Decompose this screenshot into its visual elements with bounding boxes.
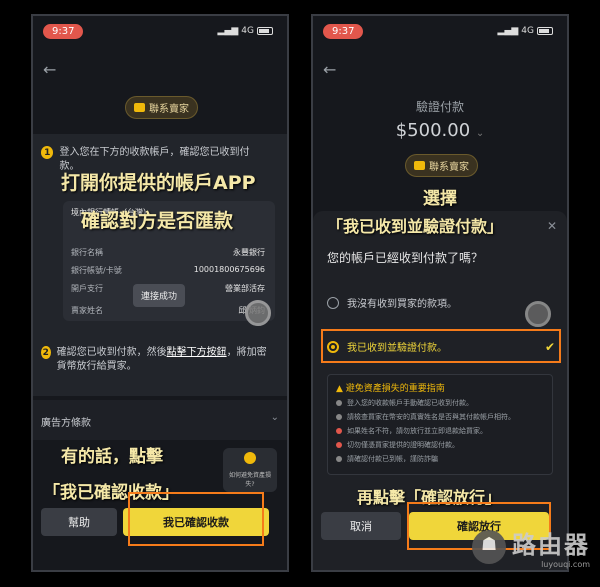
guide-heading-text: 避免資產損失的重要指南 [345, 384, 445, 394]
guide-heading: ▲ 避免資產損失的重要指南 [336, 381, 544, 394]
signal-indicator: ▂▄▆ 4G [218, 26, 273, 36]
bank-branch-label: 開戶支行 [71, 284, 103, 293]
status-time: 9:37 [323, 24, 364, 39]
asset-loss-hint[interactable]: 如何避免資產損失? [223, 448, 277, 492]
back-arrow-icon[interactable]: ← [323, 60, 336, 79]
verify-payment-title: 驗證付款 [415, 100, 464, 114]
guide-item-text: 切勿僅憑買家提供的證明確認付款。 [347, 441, 459, 449]
advertiser-terms-row[interactable]: 廣告方條款 ⌄ [33, 400, 287, 440]
bank-row-name: 銀行名稱 永豐銀行 [71, 247, 265, 258]
step-2-text-a: 確認您已收到付款，然後 [56, 347, 167, 358]
cellular-icon: ▂▄▆ [497, 26, 519, 36]
network-type: 4G [241, 26, 254, 36]
step-1-number: 1 [41, 146, 54, 159]
warning-icon: ▲ [336, 384, 343, 394]
watermark-text: 路由器 [512, 531, 590, 559]
chevron-down-icon[interactable]: ⌄ [476, 128, 484, 139]
overlay-select: 選擇 [423, 189, 457, 209]
overlay-if-yes: 有的話，點擊 [61, 447, 163, 467]
option-not-received-label: 我沒有收到買家的款項。 [347, 299, 457, 310]
bullet-icon [336, 442, 342, 448]
chevron-down-icon: ⌄ [270, 412, 279, 423]
contact-seller-button[interactable]: 聯系賣家 [405, 154, 478, 177]
status-bar: 9:37 ▂▄▆ 4G [313, 24, 567, 42]
bullet-icon [336, 400, 342, 406]
step-2-number: 2 [41, 346, 51, 359]
contact-seller-label: 聯系賣家 [149, 104, 189, 115]
overlay-option-quote: 「我已收到並驗證付款」 [327, 217, 504, 236]
amount-row: $500.00 ⌄ [313, 120, 567, 141]
help-button[interactable]: 幫助 [41, 508, 117, 536]
advertiser-terms-label: 廣告方條款 [41, 418, 91, 429]
status-time: 9:37 [43, 24, 84, 39]
highlight-confirm-button [128, 492, 264, 546]
assistive-touch-icon[interactable] [245, 300, 271, 326]
play-icon [244, 452, 256, 464]
watermark: 路由器 luyouqi.com [472, 525, 590, 569]
contact-seller-label: 聯系賣家 [429, 162, 469, 173]
bank-account-value[interactable]: 10001800675696 [194, 265, 265, 276]
received-question: 您的帳戶已經收到付款了嗎？ [327, 251, 484, 265]
guide-item: 切勿僅憑買家提供的證明確認付款。 [336, 440, 544, 450]
guide-item: 如果姓名不符，請勿放行並立即退款給買家。 [336, 426, 544, 436]
option-not-received[interactable]: 我沒有收到買家的款項。 [327, 295, 457, 310]
amount-value: $500.00 [395, 120, 471, 141]
bank-name-label: 銀行名稱 [71, 248, 103, 257]
bank-account-label: 銀行帳號/卡號 [71, 266, 122, 275]
phone-screen-left: 9:37 ▂▄▆ 4G ← 聯系賣家 1 登入您在下方的收款帳戶，確認您已收到付… [31, 14, 289, 572]
guide-item-text: 如果姓名不符，請勿放行並立即退款給買家。 [347, 427, 487, 435]
guide-item: 登入您的收款帳戶手動確認已收到付款。 [336, 398, 544, 408]
bank-row-account: 銀行帳號/卡號 10001800675696 [71, 265, 265, 276]
signal-indicator: ▂▄▆ 4G [498, 26, 553, 36]
step-2: 2 確認您已收到付款，然後點擊下方按鈕，將加密貨幣放行給買家。 [41, 346, 271, 373]
bank-name-value: 永豐銀行 [233, 248, 265, 257]
battery-icon [257, 27, 273, 35]
overlay-open-app: 打開你提供的帳戶APP [61, 172, 256, 194]
toast-connected: 連接成功 [133, 284, 186, 307]
assistive-touch-icon[interactable] [525, 301, 551, 327]
contact-seller-button[interactable]: 聯系賣家 [125, 96, 198, 119]
watermark-sub: luyouqi.com [541, 560, 590, 569]
chat-icon [414, 161, 425, 170]
overlay-check-transfer: 確認對方是否匯款 [81, 210, 234, 232]
guide-item-text: 請確認付款已到帳，謹防詐騙 [347, 455, 438, 463]
cellular-icon: ▂▄▆ [217, 26, 239, 36]
battery-icon [537, 27, 553, 35]
cancel-button[interactable]: 取消 [321, 512, 401, 540]
chat-icon [134, 103, 145, 112]
back-arrow-icon[interactable]: ← [43, 60, 56, 79]
asset-loss-guide: ▲ 避免資產損失的重要指南 登入您的收款帳戶手動確認已收到付款。 請檢查買家在幣… [327, 374, 553, 475]
router-logo-icon [472, 530, 506, 564]
seller-name-label: 賣家姓名 [71, 306, 103, 315]
guide-item: 請確認付款已到帳，謹防詐騙 [336, 454, 544, 464]
guide-item: 請檢查買家在幣安的真實姓名是否與其付款帳戶相符。 [336, 412, 544, 422]
bullet-icon [336, 456, 342, 462]
guide-item-text: 登入您的收款帳戶手動確認已收到付款。 [347, 399, 473, 407]
bullet-icon [336, 428, 342, 434]
bank-branch-value: 營業部活存 [225, 284, 265, 293]
step-2-text: 確認您已收到付款，然後點擊下方按鈕，將加密貨幣放行給買家。 [57, 346, 271, 373]
radio-not-received[interactable] [327, 296, 339, 309]
phone-screen-right: 9:37 ▂▄▆ 4G ← 驗證付款 $500.00 ⌄ 聯系賣家 選擇 「我已… [311, 14, 569, 572]
highlight-received-option [321, 329, 561, 363]
close-icon[interactable]: ✕ [547, 219, 557, 233]
network-type: 4G [521, 26, 534, 36]
status-bar: 9:37 ▂▄▆ 4G [33, 24, 287, 42]
step-2-link[interactable]: 點擊下方按鈕 [167, 347, 227, 358]
asset-loss-hint-text: 如何避免資產損失? [228, 472, 271, 488]
guide-item-text: 請檢查買家在幣安的真實姓名是否與其付款帳戶相符。 [347, 413, 515, 421]
bullet-icon [336, 414, 342, 420]
